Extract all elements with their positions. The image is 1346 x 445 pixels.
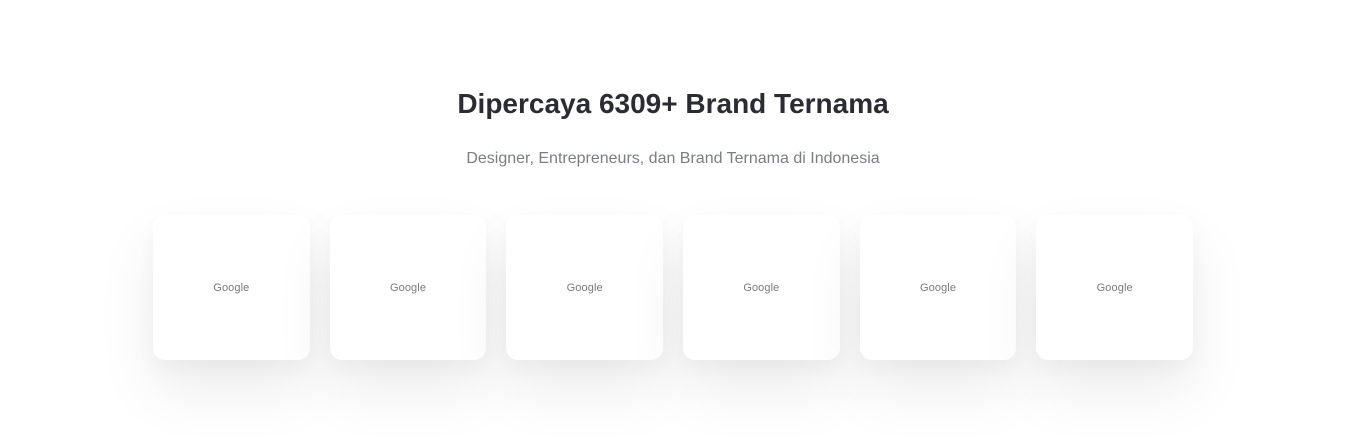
brand-logo-card[interactable]: Google: [859, 215, 1017, 360]
brand-logo-card[interactable]: Google: [153, 215, 310, 360]
section-subtitle: Designer, Entrepreneurs, dan Brand Terna…: [466, 150, 880, 167]
brand-logo-google: Google: [213, 281, 250, 294]
brand-logo-google: Google: [566, 281, 603, 294]
brand-logo-grid: Google Google Google Google Google Googl…: [153, 215, 1194, 360]
brand-logo-google: Google: [919, 281, 957, 294]
brand-logo-google: Google: [743, 281, 780, 294]
brand-logo-google: Google: [1096, 281, 1133, 294]
brand-logo-google: Google: [389, 281, 427, 294]
brand-logo-card[interactable]: Google: [683, 215, 840, 360]
brand-logo-card[interactable]: Google: [506, 215, 664, 360]
trusted-brands-section: Dipercaya 6309+ Brand Ternama Designer, …: [0, 0, 1346, 445]
section-title: Dipercaya 6309+ Brand Ternama: [457, 88, 889, 119]
brand-logo-card[interactable]: Google: [329, 215, 487, 360]
brand-logo-card[interactable]: Google: [1036, 215, 1194, 360]
